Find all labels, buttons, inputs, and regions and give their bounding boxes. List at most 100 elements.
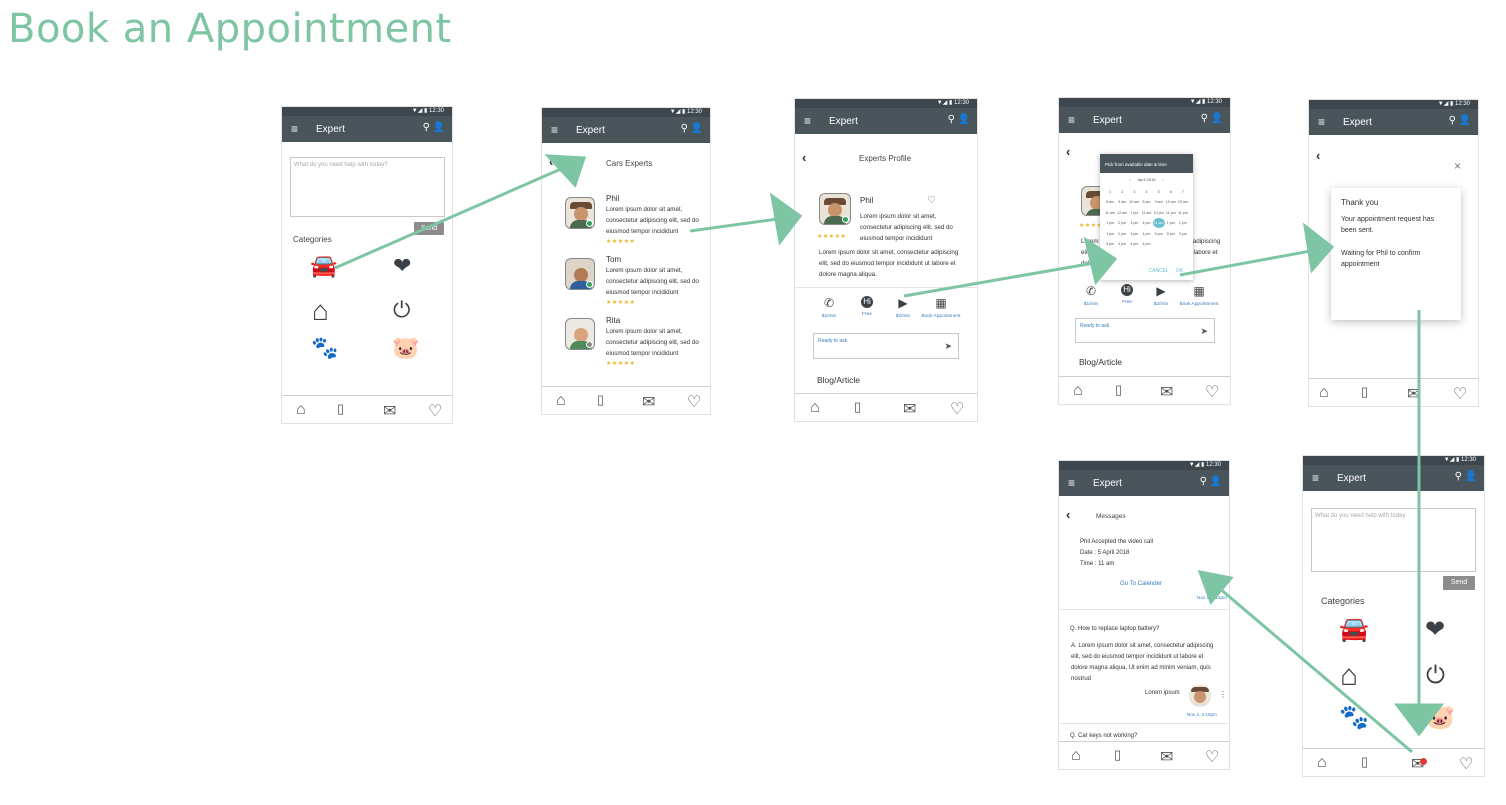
search-icon[interactable]: ⚲ [1201, 113, 1208, 124]
car-icon[interactable]: 🚘 [310, 255, 337, 277]
menu-icon[interactable]: ≡ [1312, 471, 1319, 485]
menu-icon[interactable]: ≡ [551, 123, 558, 137]
home-icon[interactable]: ⌂ [312, 297, 329, 325]
book-appointment-action[interactable]: ▦ Book Appointment [919, 296, 963, 319]
more-options-icon[interactable]: ⋮ [1219, 690, 1227, 699]
time-slot[interactable]: 10 pm [1153, 208, 1165, 218]
favorite-icon[interactable]: ♡ [927, 195, 936, 206]
time-slot[interactable]: 8 am [1104, 197, 1116, 207]
home-nav-icon[interactable]: ⌂ [296, 401, 306, 419]
health-icon[interactable]: ❤ [1425, 618, 1445, 642]
next-month-icon[interactable]: › [1162, 177, 1163, 182]
send-button[interactable]: Send [1443, 576, 1475, 590]
menu-icon[interactable]: ≡ [1068, 476, 1075, 490]
profile-icon[interactable]: 👤 [1459, 115, 1471, 126]
cancel-button[interactable]: CANCEL [1149, 268, 1169, 274]
time-slot[interactable]: 2 pm [1116, 229, 1128, 239]
favorites-nav-icon[interactable]: ♡ [687, 392, 701, 412]
menu-icon[interactable]: ≡ [804, 114, 811, 128]
profile-icon[interactable]: 👤 [958, 114, 970, 125]
search-icon[interactable]: ⚲ [1200, 476, 1207, 487]
time-slot[interactable]: 5 pm [1104, 239, 1116, 249]
time-slot[interactable]: 4 pm [1140, 229, 1152, 239]
call-action[interactable]: ✆ $1/min [1071, 284, 1111, 307]
time-slot[interactable]: 9 am [1116, 197, 1128, 207]
time-slot[interactable]: 1 pm [1104, 218, 1116, 228]
send-icon[interactable]: ➤ [1200, 326, 1208, 337]
ask-input[interactable]: Ready to ask. ➤ [1075, 318, 1215, 343]
profile-icon[interactable]: 👤 [1211, 113, 1223, 124]
search-icon[interactable]: ⚲ [948, 114, 955, 125]
go-to-calendar-link[interactable]: Go To Calender [1120, 581, 1162, 587]
time-slot[interactable]: 1 pm [1104, 229, 1116, 239]
time-slot[interactable]: 2 pm [1116, 218, 1128, 228]
time-slot[interactable]: 4 pm [1140, 218, 1152, 228]
menu-icon[interactable]: ≡ [1318, 115, 1325, 129]
profile-icon[interactable]: 👤 [433, 122, 445, 133]
help-input[interactable]: What do you need help with today [1311, 508, 1476, 572]
time-slot[interactable]: 12 am [1116, 208, 1128, 218]
send-icon[interactable]: ➤ [944, 341, 952, 352]
time-slot[interactable]: 3 pm [1177, 229, 1189, 239]
time-slot[interactable] [1165, 239, 1177, 249]
time-slot[interactable]: 5 pm [1153, 229, 1165, 239]
time-slot[interactable]: 11 pm [1165, 208, 1177, 218]
send-button[interactable]: Send [414, 222, 444, 235]
pets-icon[interactable]: 🐾 [1339, 706, 1369, 730]
prev-month-icon[interactable]: ‹ [1129, 177, 1130, 182]
search-icon[interactable]: ⚲ [1455, 471, 1462, 482]
car-icon[interactable]: 🚘 [1339, 618, 1369, 642]
close-icon[interactable]: × [1454, 159, 1461, 173]
favorites-nav-icon[interactable]: ♡ [1205, 747, 1219, 767]
time-slot[interactable]: 11 am [1140, 208, 1152, 218]
time-slot[interactable]: 1 pm [1128, 208, 1140, 218]
health-icon[interactable]: ❤ [393, 255, 411, 277]
mail-nav-icon[interactable]: ✉ [1407, 384, 1420, 404]
mail-nav-icon[interactable]: ✉ [1160, 747, 1173, 767]
search-icon[interactable]: ⚲ [423, 122, 430, 133]
favorites-nav-icon[interactable]: ♡ [1453, 384, 1467, 404]
avatar[interactable] [565, 197, 595, 229]
help-input[interactable]: What do you need help with today? [290, 157, 445, 217]
time-slot[interactable]: 10 am [1128, 197, 1140, 207]
home-nav-icon[interactable]: ⌂ [556, 392, 566, 410]
expert-name[interactable]: Phil [606, 194, 619, 203]
menu-icon[interactable]: ≡ [291, 122, 298, 136]
finance-icon[interactable]: 🐷 [392, 337, 419, 359]
call-action[interactable]: ✆ $1/min [809, 296, 849, 319]
profile-icon[interactable]: 👤 [1465, 471, 1477, 482]
time-slot[interactable]: 3 pm [1128, 229, 1140, 239]
blog-nav-icon[interactable]: ▯ [1115, 382, 1122, 398]
back-icon[interactable]: ‹ [549, 154, 553, 169]
profile-icon[interactable]: 👤 [691, 123, 703, 134]
mail-nav-icon[interactable]: ✉ [383, 401, 396, 421]
home-nav-icon[interactable]: ⌂ [1071, 747, 1081, 765]
blog-nav-icon[interactable]: ▯ [854, 399, 861, 415]
home-nav-icon[interactable]: ⌂ [1317, 754, 1327, 772]
blog-nav-icon[interactable]: ▯ [1361, 754, 1368, 770]
mail-nav-icon[interactable]: ✉ [1160, 382, 1173, 402]
time-slot[interactable]: 10 am [1177, 197, 1189, 207]
electric-icon[interactable]: ⏻ [393, 299, 410, 321]
home-nav-icon[interactable]: ⌂ [1073, 382, 1083, 400]
favorites-nav-icon[interactable]: ♡ [950, 399, 964, 419]
time-slot[interactable]: 4 pm [1128, 239, 1140, 249]
favorites-nav-icon[interactable]: ♡ [428, 401, 442, 421]
blog-nav-icon[interactable]: ▯ [337, 401, 344, 417]
home-nav-icon[interactable]: ⌂ [1319, 384, 1329, 402]
video-action[interactable]: ▶ $2/min [883, 296, 923, 319]
profile-icon[interactable]: 👤 [1210, 476, 1222, 487]
avatar[interactable] [565, 318, 595, 350]
time-slot[interactable]: 11 am [1152, 218, 1165, 228]
back-icon[interactable]: ‹ [802, 150, 806, 165]
search-icon[interactable]: ⚲ [1449, 115, 1456, 126]
time-slot[interactable]: 4 pm [1140, 239, 1152, 249]
mail-nav-icon[interactable]: ✉ [903, 399, 916, 419]
blog-nav-icon[interactable]: ▯ [1114, 747, 1121, 763]
time-slot[interactable]: 11 pm [1177, 208, 1189, 218]
back-icon[interactable]: ‹ [1066, 507, 1070, 522]
expert-name[interactable]: Rita [606, 316, 620, 325]
ok-button[interactable]: OK [1176, 268, 1183, 274]
back-icon[interactable]: ‹ [1066, 144, 1070, 159]
favorites-nav-icon[interactable]: ♡ [1205, 382, 1219, 402]
